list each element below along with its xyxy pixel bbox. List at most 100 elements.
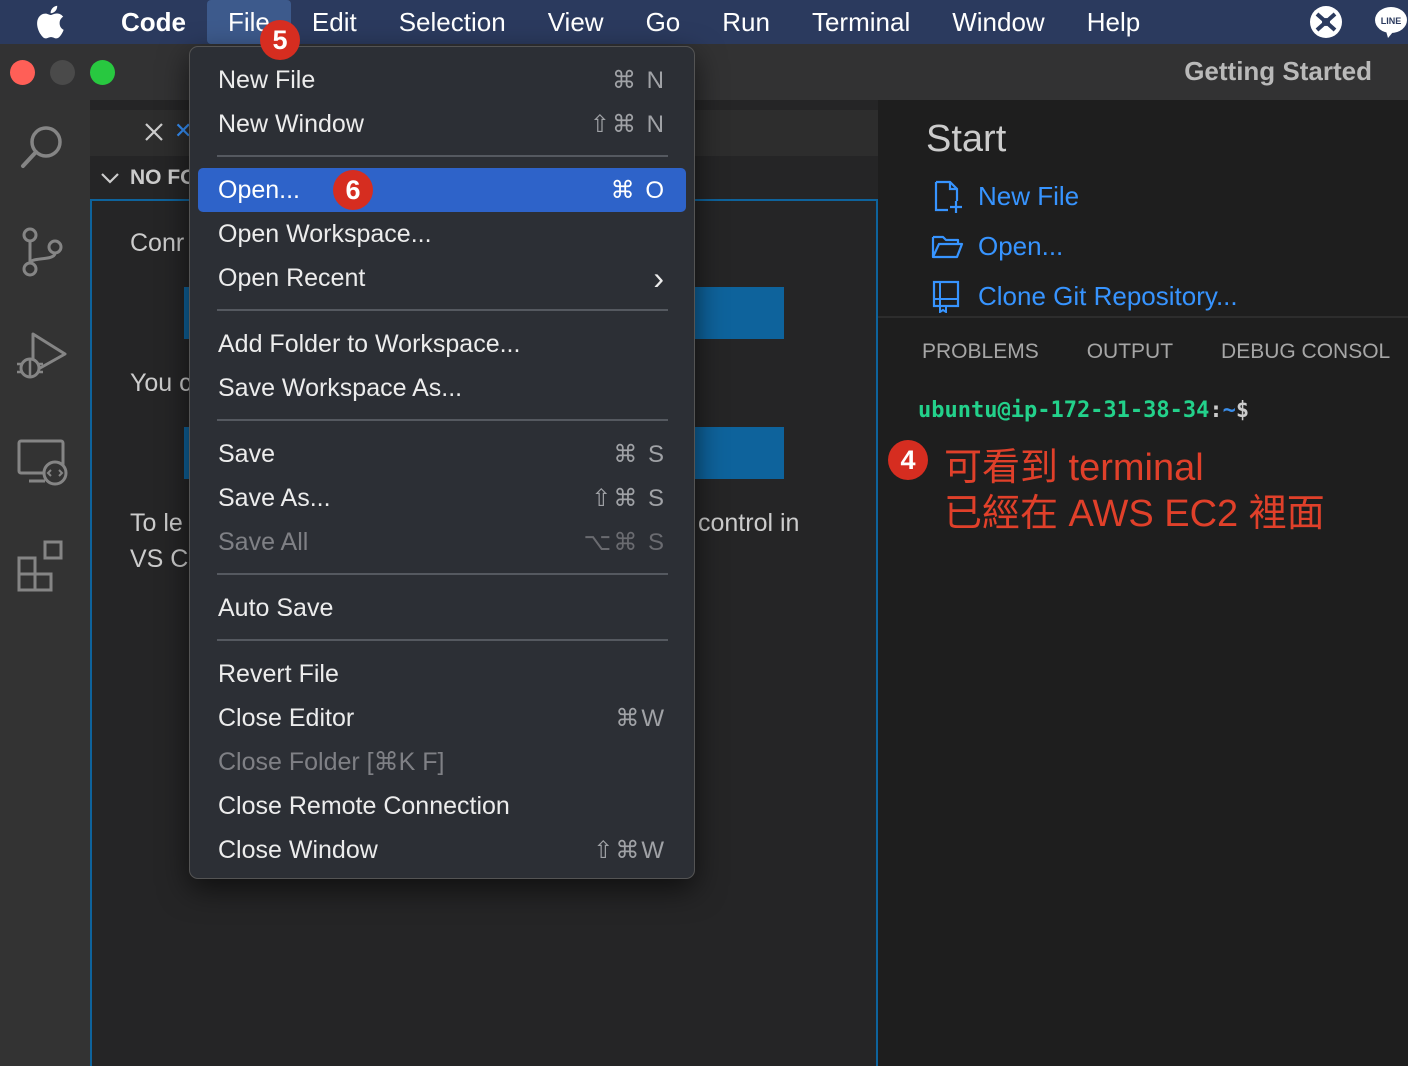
menu-item-close-folder: Close Folder [⌘K F] [198,740,686,784]
menu-item-save[interactable]: Save ⌘ S [198,432,686,476]
menu-terminal[interactable]: Terminal [791,0,931,44]
menu-item-label: Close Folder [⌘K F] [218,748,445,776]
menu-window[interactable]: Window [931,0,1065,44]
menu-selection[interactable]: Selection [378,0,527,44]
menu-item-label: Open Workspace... [218,219,432,248]
panel-tabs: PROBLEMS OUTPUT DEBUG CONSOL [922,340,1390,364]
menu-item-shortcut: ⌘ O [610,176,666,204]
chevron-down-icon [101,173,119,184]
menu-item-label: Add Folder to Workspace... [218,329,521,358]
repo-clone-icon [932,280,960,313]
terminal-prompt[interactable]: ubuntu@ip-172-31-38-34:~$ [918,398,1249,423]
menu-item-label: Open Recent [218,263,366,292]
minimize-window-button[interactable] [50,60,75,85]
menu-item-save-all: Save All ⌥⌘ S [198,520,686,564]
annotation-badge-4: 4 [888,440,928,480]
menu-item-add-folder[interactable]: Add Folder to Workspace... [198,322,686,366]
menu-item-shortcut: ⇧⌘ S [591,484,666,512]
menu-edit[interactable]: Edit [291,0,378,44]
start-new-file-link[interactable]: New File [930,176,1079,216]
start-clone-repo-link[interactable]: Clone Git Repository... [930,276,1238,316]
open-link-label: Open... [978,230,1064,261]
status-icons: LINE [1308,0,1408,44]
file-menu-dropdown: New File ⌘ N New Window ⇧⌘ N Open... ⌘ O… [189,46,695,879]
menu-item-close-remote-connection[interactable]: Close Remote Connection [198,784,686,828]
menu-separator [217,573,668,575]
menu-item-shortcut: ⌘ S [613,440,666,468]
tab-output[interactable]: OUTPUT [1087,340,1173,364]
run-debug-icon[interactable] [15,328,71,384]
annotation-badge-5: 5 [260,20,300,60]
screen: Code File Edit Selection View Go Run Ter… [0,0,1408,1066]
folder-open-icon [931,235,964,259]
menu-item-new-file[interactable]: New File ⌘ N [198,58,686,102]
menu-item-label: Close Editor [218,703,355,732]
menu-item-label: New Window [218,109,364,138]
menu-item-close-editor[interactable]: Close Editor ⌘W [198,696,686,740]
menu-item-close-window[interactable]: Close Window ⇧⌘W [198,828,686,872]
menu-separator [217,419,668,421]
menu-item-label: Save Workspace As... [218,373,463,402]
menu-item-open[interactable]: Open... ⌘ O [198,168,686,212]
menu-item-label: Open... [218,175,300,204]
line-app-icon[interactable]: LINE [1374,5,1408,39]
new-file-link-label: New File [978,180,1080,211]
menu-item-label: Save [218,439,275,468]
menu-go[interactable]: Go [625,0,702,44]
menu-item-auto-save[interactable]: Auto Save [198,586,686,630]
you-text: You c [130,369,192,397]
close-icon[interactable] [142,120,166,144]
terminal-colon: : [1209,398,1223,423]
menu-item-shortcut: ⌘W [615,704,666,732]
section-title: NO FO [130,166,197,189]
close-window-button[interactable] [10,60,35,85]
zoom-window-button[interactable] [90,60,115,85]
menu-item-shortcut: ⌥⌘ S [583,528,666,556]
terminal-prompt-symbol: $ [1235,398,1250,423]
menu-item-save-as[interactable]: Save As... ⇧⌘ S [198,476,686,520]
menu-separator [217,639,668,641]
menu-help[interactable]: Help [1066,0,1161,44]
menu-item-label: Save All [218,527,309,556]
menu-item-revert-file[interactable]: Revert File [198,652,686,696]
svg-text:LINE: LINE [1381,16,1402,26]
menu-item-label: Save As... [218,483,331,512]
extensions-icon[interactable] [15,538,71,594]
menu-item-label: Revert File [218,659,339,688]
learn-text-tail: control in [698,509,800,537]
macos-menu-bar: Code File Edit Selection View Go Run Ter… [0,0,1408,44]
getting-started-panel: Start New File Open... Clone Git Reposit… [878,100,1408,1066]
menu-item-label: Auto Save [218,593,334,622]
menu-separator [217,155,668,157]
connect-text: Conr [130,229,185,257]
tab-problems[interactable]: PROBLEMS [922,340,1039,364]
menu-item-open-workspace[interactable]: Open Workspace... [198,212,686,256]
activity-bar [0,100,90,1066]
menu-app-code[interactable]: Code [100,0,207,44]
menu-item-label: New File [218,65,316,94]
clone-repo-link-label: Clone Git Repository... [978,280,1238,311]
menu-item-shortcut: ⌘ N [612,66,666,94]
window-title: Getting Started [1184,56,1372,86]
remote-explorer-icon[interactable] [15,435,71,491]
menu-item-label: Close Window [218,835,378,864]
terminal-user-host: ubuntu@ip-172-31-38-34 [918,398,1210,423]
learn-text: To le [130,509,183,537]
menu-run[interactable]: Run [701,0,791,44]
start-heading: Start [926,118,1007,160]
menu-item-new-window[interactable]: New Window ⇧⌘ N [198,102,686,146]
start-open-link[interactable]: Open... [930,226,1063,266]
search-icon[interactable] [15,120,71,176]
menu-item-save-workspace-as[interactable]: Save Workspace As... [198,366,686,410]
annotation-badge-6: 6 [333,170,373,210]
tab-debug-console[interactable]: DEBUG CONSOL [1221,340,1390,364]
terminal-path: ~ [1222,398,1236,423]
menu-view[interactable]: View [527,0,625,44]
apple-menu-icon[interactable] [0,0,100,44]
menu-item-shortcut: ⇧⌘W [593,836,666,864]
menu-item-open-recent[interactable]: Open Recent › [198,256,686,300]
chevron-right-icon: › [653,259,666,296]
source-control-icon[interactable] [15,225,71,281]
menu-item-shortcut: ⇧⌘ N [589,110,666,138]
tailscale-icon[interactable] [1308,4,1344,40]
